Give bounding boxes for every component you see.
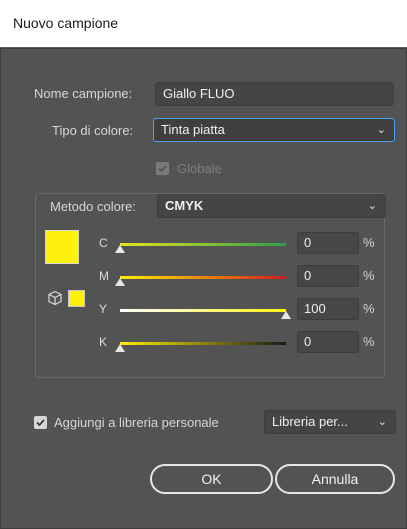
percent-unit: % bbox=[363, 334, 375, 349]
color-type-value: Tinta piatta bbox=[161, 122, 225, 137]
channel-value-k[interactable]: 0 bbox=[297, 331, 359, 353]
slider-handle-m[interactable] bbox=[115, 278, 125, 286]
channel-label-k: K bbox=[99, 335, 108, 349]
percent-unit: % bbox=[363, 235, 375, 250]
channel-slider-k[interactable] bbox=[120, 342, 286, 345]
swatch-preview bbox=[45, 230, 79, 264]
swatch-name-input[interactable]: Giallo FLUO bbox=[155, 82, 394, 106]
library-select[interactable]: Libreria per... ⌄ bbox=[264, 410, 396, 434]
channel-value-m[interactable]: 0 bbox=[297, 265, 359, 287]
channel-slider-y[interactable] bbox=[120, 309, 286, 312]
library-select-value: Libreria per... bbox=[272, 414, 348, 429]
channel-label-c: C bbox=[99, 236, 108, 250]
channel-label-m: M bbox=[99, 269, 109, 283]
color-type-label: Tipo di colore: bbox=[52, 123, 134, 138]
channel-slider-c[interactable] bbox=[120, 243, 286, 246]
cancel-button[interactable]: Annulla bbox=[275, 464, 395, 494]
color-type-select[interactable]: Tinta piatta ⌄ bbox=[153, 118, 395, 142]
ok-button[interactable]: OK bbox=[150, 464, 273, 494]
slider-handle-y[interactable] bbox=[281, 311, 291, 319]
chevron-down-icon: ⌄ bbox=[367, 200, 377, 212]
color-mode-label: Metodo colore: bbox=[50, 199, 136, 214]
swatch-name-label: Nome campione: bbox=[34, 86, 133, 101]
checkmark-icon bbox=[158, 165, 167, 173]
chevron-down-icon: ⌄ bbox=[377, 416, 387, 428]
color-mode-value: CMYK bbox=[165, 198, 204, 213]
window-title: Nuovo campione bbox=[0, 0, 407, 48]
cube-icon bbox=[48, 290, 62, 306]
global-label: Globale bbox=[177, 161, 222, 176]
channel-slider-m[interactable] bbox=[120, 276, 286, 279]
percent-unit: % bbox=[363, 301, 375, 316]
add-to-library-checkbox[interactable] bbox=[34, 416, 47, 429]
percent-unit: % bbox=[363, 268, 375, 283]
channel-value-c[interactable]: 0 bbox=[297, 232, 359, 254]
chevron-down-icon: ⌄ bbox=[376, 124, 386, 136]
global-checkbox[interactable] bbox=[156, 162, 169, 175]
gamut-swatch[interactable] bbox=[68, 290, 85, 307]
slider-handle-c[interactable] bbox=[115, 245, 125, 253]
checkmark-icon bbox=[36, 419, 45, 427]
slider-handle-k[interactable] bbox=[115, 344, 125, 352]
color-mode-select[interactable]: CMYK ⌄ bbox=[157, 194, 386, 218]
channel-label-y: Y bbox=[99, 302, 108, 316]
add-to-library-label: Aggiungi a libreria personale bbox=[54, 415, 219, 430]
channel-value-y[interactable]: 100 bbox=[297, 298, 359, 320]
